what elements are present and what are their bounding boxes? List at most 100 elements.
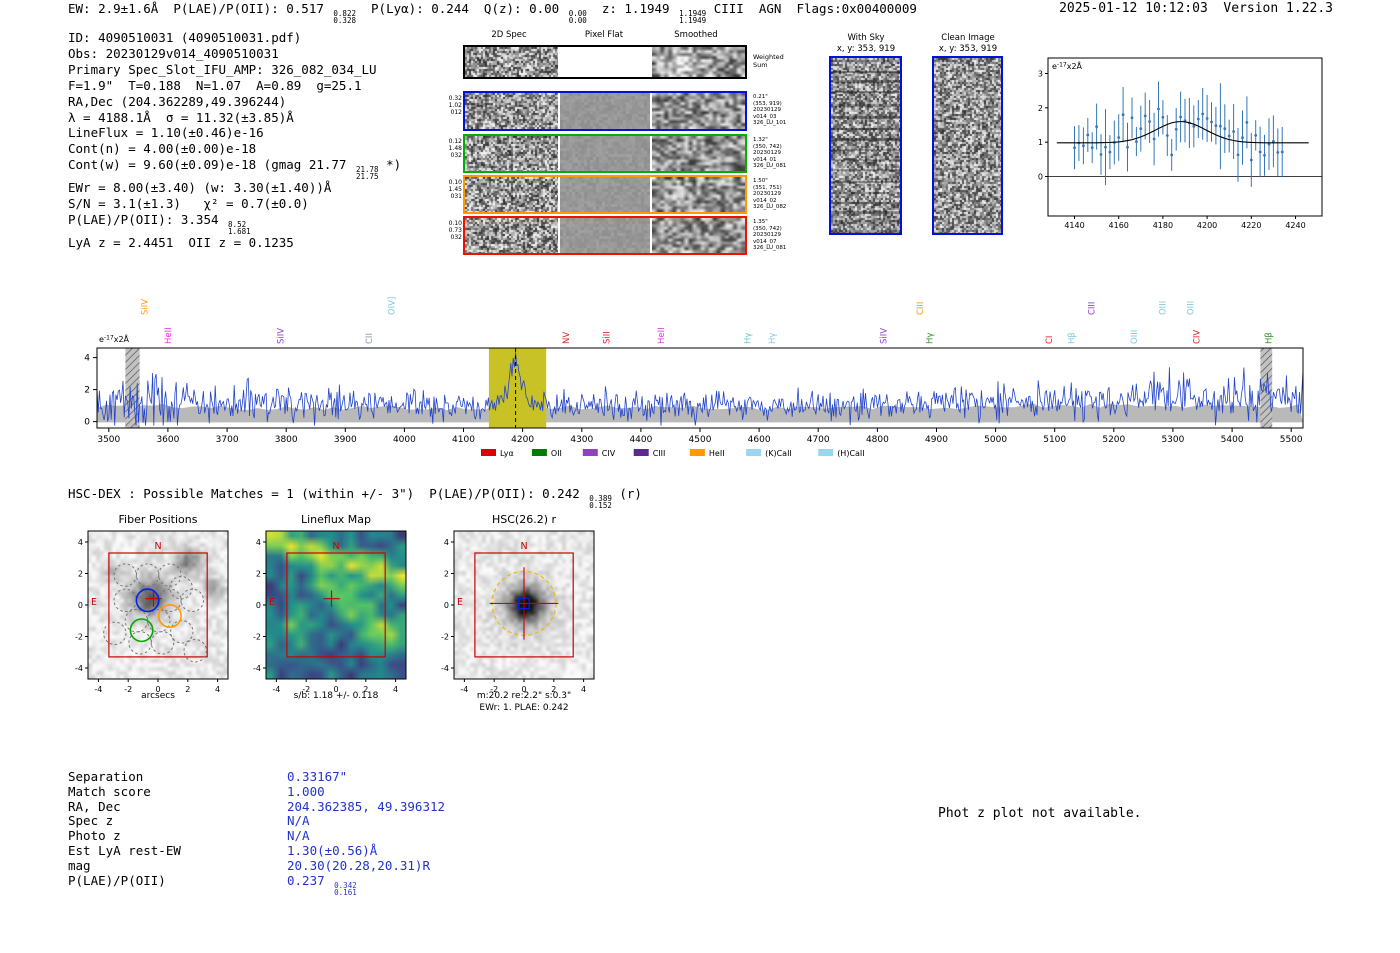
highlighted-fiber-circle xyxy=(157,604,182,629)
svg-text:4600: 4600 xyxy=(748,435,771,445)
photz-note: Phot z plot not available. xyxy=(938,806,1142,821)
legend-swatch xyxy=(582,449,598,456)
svg-text:4: 4 xyxy=(84,354,90,364)
emission-line-label: HeII xyxy=(164,327,174,344)
detection-info-block: ID: 4090510031 (4090510031.pdf) Obs: 2023… xyxy=(68,30,401,251)
sup-sub-value: 1.1949 1.1949 xyxy=(679,9,707,25)
with-sky-title-text: With Sky xyxy=(847,33,885,43)
svg-text:3800: 3800 xyxy=(275,435,298,445)
spec2d-image xyxy=(465,136,558,171)
spec2d-row: 0.32 1.02 012 0.21" (353, 919) 20230129 v014_0… xyxy=(449,91,786,131)
svg-text:3700: 3700 xyxy=(216,435,239,445)
spectrum-ylabel: e-17x2Å xyxy=(99,333,130,344)
compass-north-label: N xyxy=(520,541,527,552)
match-table-value: 204.362385, 49.396312 xyxy=(287,798,446,814)
svg-text:1: 1 xyxy=(1038,138,1043,147)
info-line: Cont(n) = 4.00(±0.00)e-18 xyxy=(68,141,257,157)
fiber-circle xyxy=(170,620,194,644)
spec2d-image xyxy=(465,177,558,212)
emission-line-label: OIII xyxy=(1187,301,1197,315)
spec2d-row-left-values: 0.32 1.02 012 xyxy=(448,95,462,116)
sup-sub-value: 0.00 0.00 xyxy=(568,9,587,25)
fiber-circle xyxy=(158,563,182,587)
sup-sub-value: 0.822 0.328 xyxy=(333,9,356,25)
emission-line-label: HeII xyxy=(657,327,667,344)
svg-text:4220: 4220 xyxy=(1241,221,1261,230)
emission-line-label: CIII xyxy=(1087,302,1097,315)
svg-text:4000: 4000 xyxy=(393,435,416,445)
svg-text:4300: 4300 xyxy=(570,435,593,445)
info-line: Cont(w) = 9.60(±0.09)e-18 (gmag 21.77 21… xyxy=(68,157,402,182)
smoothed-image xyxy=(652,93,745,129)
svg-text:4240: 4240 xyxy=(1285,221,1305,230)
fiber-circle xyxy=(103,621,127,646)
sup-sub-value: 0.342 0.161 xyxy=(334,880,357,897)
info-line: LineFlux = 1.10(±0.46)e-16 xyxy=(68,125,264,141)
legend-swatch xyxy=(689,449,705,456)
spec2d-row-annotation: 1.32" (350, 742) 20230129 v014_01 326_LU_081 xyxy=(753,137,787,169)
sup-sub-value: 21.78 21.75 xyxy=(355,165,379,182)
spec2d-row-left-values: 0.10 1.45 031 xyxy=(448,179,462,200)
fiber-positions-cutout: Fiber Positions -4 -4 -2 -2 0 0 2 2 4 4 N Earcsecs xyxy=(62,505,242,727)
legend-label: Lyα xyxy=(500,449,514,458)
cutout-xlabel: s/b: 1.18 +/- 0.118 xyxy=(293,691,379,701)
smoothed-image xyxy=(652,136,745,171)
match-table-value: 0.33167" xyxy=(287,769,348,784)
svg-text:2: 2 xyxy=(1038,104,1043,113)
spec2d-image xyxy=(465,93,558,129)
cutout-xlabel: EWr: 1. PLAE: 0.242 xyxy=(479,703,569,713)
clean-image xyxy=(934,58,1001,233)
fit-plot-unit-label: e-17x2Å xyxy=(1052,60,1083,71)
svg-text:2: 2 xyxy=(444,570,449,579)
emission-line-label: Hγ xyxy=(925,333,935,344)
spec2d-cutout-panel: 2D Spec Pixel Flat Smoothed Weighted Sum 0.32… xyxy=(449,30,803,262)
svg-text:4800: 4800 xyxy=(866,435,889,445)
match-table-row: Spec z N/A xyxy=(68,813,445,829)
pixel-flat-image xyxy=(560,177,650,212)
match-table-label: Separation xyxy=(68,769,144,784)
svg-text:4500: 4500 xyxy=(689,435,712,445)
emission-line-label: OIII xyxy=(1130,330,1140,344)
match-table-value: 1.000 xyxy=(287,783,325,799)
svg-text:2: 2 xyxy=(78,570,83,579)
smoothed-image xyxy=(652,47,745,77)
legend-label: HeII xyxy=(709,449,725,458)
emission-line-label: SiIV xyxy=(276,328,286,344)
fiber-circle xyxy=(113,563,137,587)
svg-text:0: 0 xyxy=(444,601,449,610)
spec2d-col-header: Pixel Flat xyxy=(584,30,624,40)
clean-image-coords: x, y: 353, 919 xyxy=(938,44,998,54)
emission-line-label: OIII xyxy=(1158,301,1168,315)
pixel-flat-image xyxy=(560,218,650,253)
match-table-value: N/A xyxy=(287,828,310,844)
info-line: S/N = 3.1(±1.3) χ² = 0.7(±0.0) xyxy=(68,196,309,212)
spec2d-row: 0.12 1.48 032 1.32" (350, 742) 20230129 v014_0… xyxy=(449,134,786,173)
fiber-circle xyxy=(169,576,193,600)
spec2d-image xyxy=(465,47,558,77)
legend-label: OII xyxy=(551,449,562,458)
svg-text:3600: 3600 xyxy=(156,435,179,445)
with-sky-title: With Sky x, y: 353, 919 xyxy=(816,33,916,55)
emission-line-label: Hγ xyxy=(768,333,778,344)
compass-east-label: E xyxy=(269,597,275,608)
pixel-flat-image xyxy=(560,47,650,77)
svg-text:4160: 4160 xyxy=(1109,221,1129,230)
pixel-flat-image xyxy=(560,93,650,129)
match-table-row: RA, Dec 204.362385, 49.396312 xyxy=(68,798,446,815)
match-table-value: 20.30(20.28,20.31)R xyxy=(287,857,430,873)
lineflux-overlay: -4-4-2-2002244 NE xyxy=(253,530,407,694)
spec2d-row: Weighted Sum xyxy=(463,45,784,79)
detection-highlight-band xyxy=(488,348,547,428)
match-table-label: Match score xyxy=(68,783,151,799)
svg-text:-4: -4 xyxy=(441,664,449,673)
hsc-r-cutout: HSC(26.2) r -4 -4 -2 -2 0 0 2 2 4 4 N Em:20.2 re:2.2… xyxy=(428,505,608,727)
pixel-flat-image xyxy=(560,136,650,171)
info-line: ID: 4090510031 (4090510031.pdf) xyxy=(68,30,302,45)
svg-text:0: 0 xyxy=(256,601,261,610)
smoothed-image xyxy=(652,218,745,253)
match-table-row: Est LyA rest-EW 1.30(±0.56)Å xyxy=(68,843,445,859)
match-table-row: Match score 1.000 xyxy=(68,783,445,800)
svg-text:4: 4 xyxy=(444,538,449,547)
with-sky-panel xyxy=(829,56,902,235)
clean-image-title-text: Clean Image xyxy=(941,33,995,43)
